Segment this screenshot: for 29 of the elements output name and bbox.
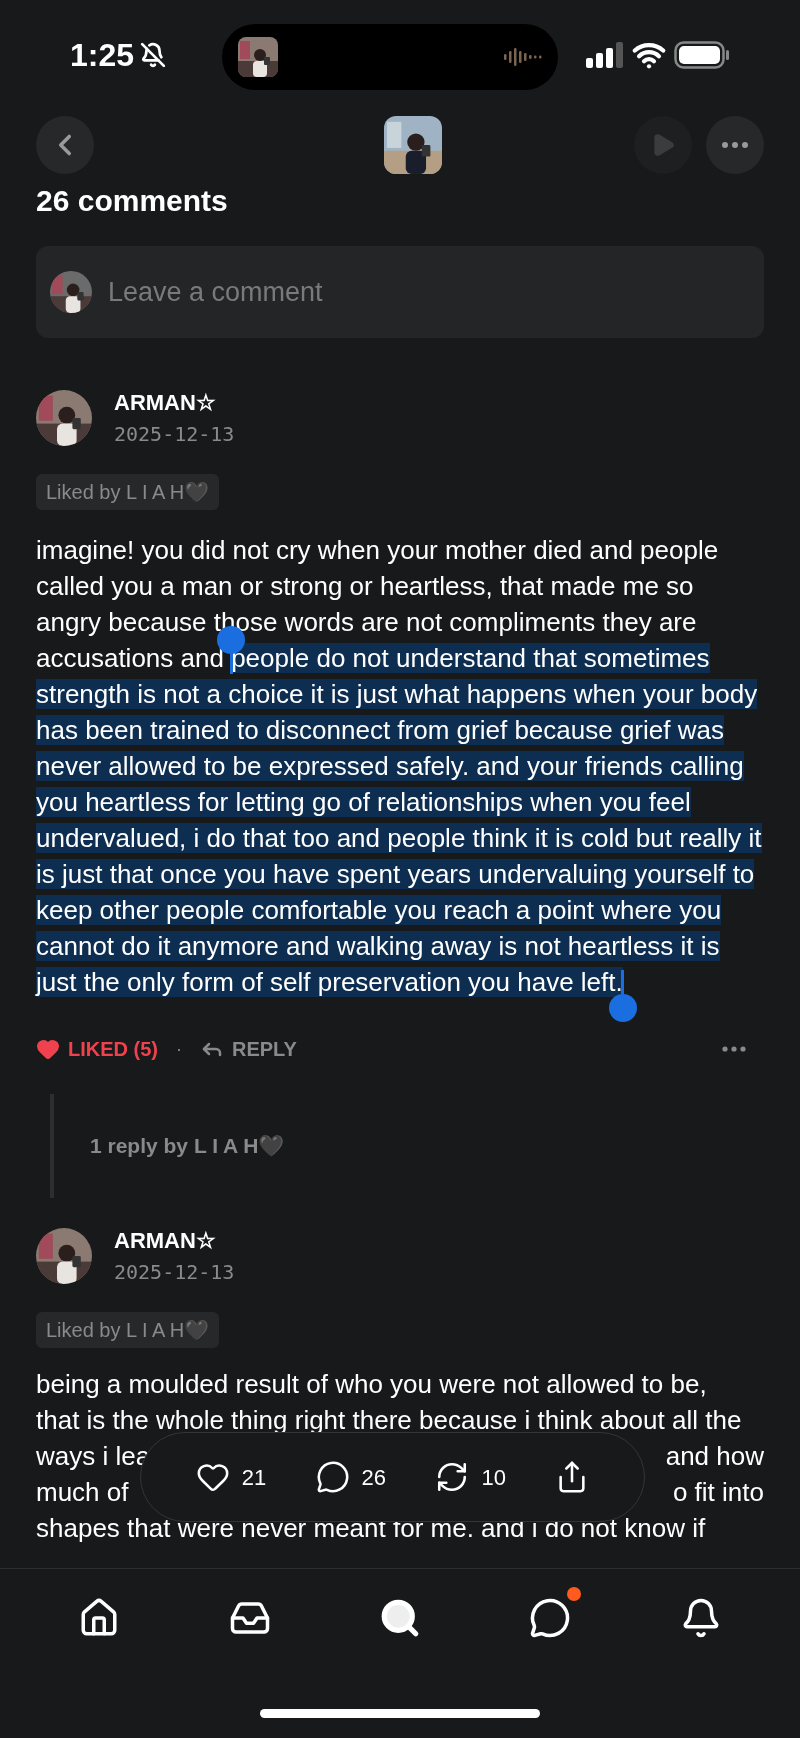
comment-field[interactable]: Leave a comment xyxy=(36,246,764,338)
repost-action-button[interactable]: 10 xyxy=(435,1460,506,1494)
comment-date: 2025-12-13 xyxy=(114,1260,235,1284)
liked-by-tag: Liked by L I A H🖤 xyxy=(36,474,220,510)
comments-heading: 26 comments xyxy=(36,184,229,218)
reply-thread-link[interactable]: 1 reply by L I A H🖤 xyxy=(90,1130,285,1162)
comment-text: that is the whole thing right there because i think about all the xyxy=(36,1404,742,1437)
liked-by-tag: Liked by L I A H🖤 xyxy=(36,1312,220,1348)
status-time: 1:25 xyxy=(70,36,135,75)
waveform-icon xyxy=(504,47,542,67)
author-name[interactable]: ARMAN☆ xyxy=(114,390,235,416)
more-icon xyxy=(722,142,748,148)
heart-icon xyxy=(36,1037,60,1061)
comment-icon xyxy=(315,1460,350,1494)
comment-text: o fit into xyxy=(672,1476,764,1509)
signal-icon xyxy=(586,42,624,68)
comment-text: much of xyxy=(36,1476,129,1509)
comment-text: being a moulded result of who you were not allowed to be, xyxy=(36,1368,707,1401)
chat-icon[interactable] xyxy=(529,1597,572,1639)
comment-text: and how xyxy=(665,1440,764,1473)
comment-date: 2025-12-13 xyxy=(114,422,235,446)
battery-icon xyxy=(674,41,730,69)
like-action-button[interactable]: 21 xyxy=(195,1460,267,1494)
like-button[interactable]: LIKED (5) xyxy=(36,1034,158,1064)
author-name[interactable]: ARMAN☆ xyxy=(114,1228,235,1254)
separator-dot: · xyxy=(176,1037,182,1061)
more-icon[interactable] xyxy=(722,1046,746,1052)
comment-action-button[interactable]: 26 xyxy=(315,1460,387,1494)
reply-button[interactable]: REPLY xyxy=(200,1034,297,1064)
